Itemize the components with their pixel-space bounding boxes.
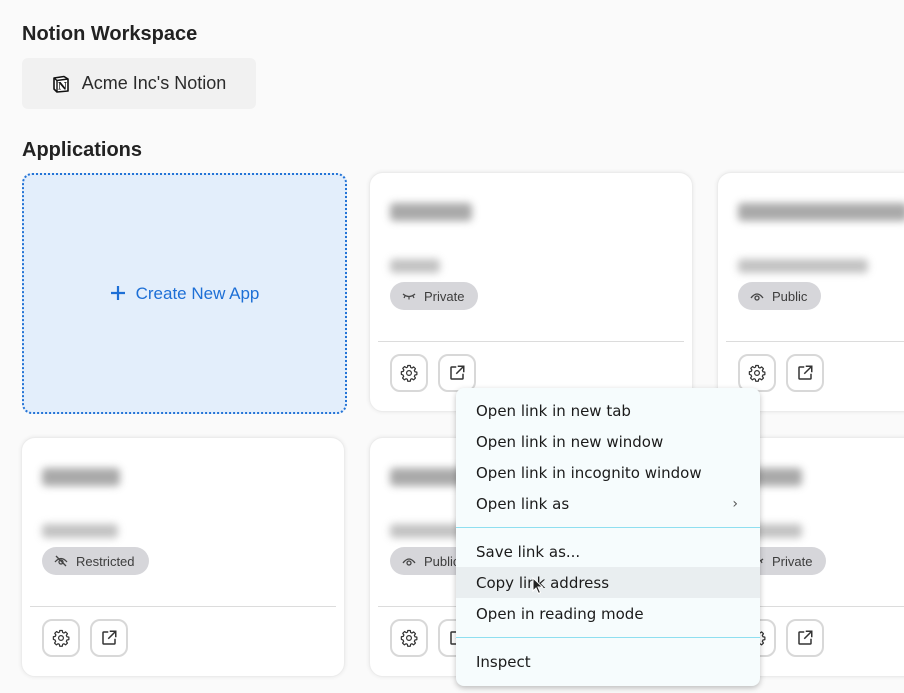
visibility-label: Private	[772, 553, 813, 569]
menu-item-label: Open in reading mode	[476, 604, 644, 623]
gear-icon	[400, 364, 418, 382]
menu-item-label: Inspect	[476, 652, 531, 671]
create-new-app-button[interactable]: Create New App	[22, 173, 347, 414]
card-divider	[378, 341, 684, 342]
menu-item-label: Open link in new window	[476, 432, 664, 451]
mouse-cursor-icon	[532, 576, 544, 600]
gear-icon	[52, 629, 70, 647]
notion-logo-icon: N	[52, 75, 70, 93]
app-card[interactable]: Restricted	[21, 437, 345, 677]
menu-item-label: Save link as...	[476, 542, 581, 561]
app-subtitle-redacted	[390, 524, 466, 538]
menu-item-label: Open link in incognito window	[476, 463, 702, 482]
menu-item-label: Open link as	[476, 494, 570, 513]
eye-closed-icon	[402, 291, 416, 301]
app-settings-button[interactable]	[738, 354, 776, 392]
app-title-redacted	[390, 203, 472, 221]
visibility-label: Private	[424, 288, 465, 304]
visibility-badge: Public	[738, 282, 822, 310]
menu-item-open-reading-mode[interactable]: Open in reading mode	[456, 598, 760, 629]
visibility-badge: Private	[390, 282, 479, 310]
external-link-icon	[100, 629, 118, 647]
menu-item-open-new-window[interactable]: Open link in new window	[456, 426, 760, 457]
menu-item-open-new-tab[interactable]: Open link in new tab	[456, 395, 760, 426]
plus-icon	[110, 282, 126, 306]
app-title-redacted	[738, 203, 904, 221]
app-card[interactable]: Public	[717, 172, 904, 412]
external-link-icon	[796, 629, 814, 647]
visibility-badge: Restricted	[42, 547, 149, 575]
menu-item-label: Open link in new tab	[476, 401, 631, 420]
app-title-redacted	[42, 468, 120, 486]
eye-icon	[402, 556, 416, 566]
menu-item-save-link-as[interactable]: Save link as...	[456, 536, 760, 567]
menu-item-open-incognito[interactable]: Open link in incognito window	[456, 457, 760, 488]
applications-heading: Applications	[22, 139, 143, 161]
open-app-link-button[interactable]	[786, 354, 824, 392]
card-divider	[30, 606, 336, 607]
open-app-link-button[interactable]	[438, 354, 476, 392]
workspace-button[interactable]: N Acme Inc's Notion	[22, 58, 256, 109]
menu-item-inspect[interactable]: Inspect	[456, 646, 760, 677]
open-app-link-button[interactable]	[786, 619, 824, 657]
app-subtitle-redacted	[738, 259, 868, 273]
menu-item-open-link-as[interactable]: Open link as ›	[456, 488, 760, 519]
menu-separator	[456, 637, 760, 638]
app-subtitle-redacted	[390, 259, 440, 273]
menu-separator	[456, 527, 760, 528]
workspace-name: Acme Inc's Notion	[81, 73, 227, 93]
eye-icon	[750, 291, 764, 301]
create-new-app-label: Create New App	[135, 283, 260, 303]
app-settings-button[interactable]	[42, 619, 80, 657]
visibility-label: Public	[772, 288, 808, 304]
gear-icon	[400, 629, 418, 647]
external-link-icon	[796, 364, 814, 382]
card-divider	[726, 341, 904, 342]
gear-icon	[748, 364, 766, 382]
visibility-label: Restricted	[76, 553, 135, 569]
menu-item-copy-link-address[interactable]: Copy link address	[456, 567, 760, 598]
svg-text:N: N	[58, 81, 67, 92]
external-link-icon	[448, 364, 466, 382]
eye-off-icon	[54, 554, 68, 568]
chevron-right-icon: ›	[732, 495, 738, 512]
app-card[interactable]: Private	[369, 172, 693, 412]
visibility-label: Public	[424, 553, 460, 569]
open-app-link-button[interactable]	[90, 619, 128, 657]
app-subtitle-redacted	[42, 524, 118, 538]
app-settings-button[interactable]	[390, 354, 428, 392]
app-settings-button[interactable]	[390, 619, 428, 657]
context-menu: Open link in new tab Open link in new wi…	[456, 388, 760, 686]
workspace-heading: Notion Workspace	[22, 23, 198, 45]
